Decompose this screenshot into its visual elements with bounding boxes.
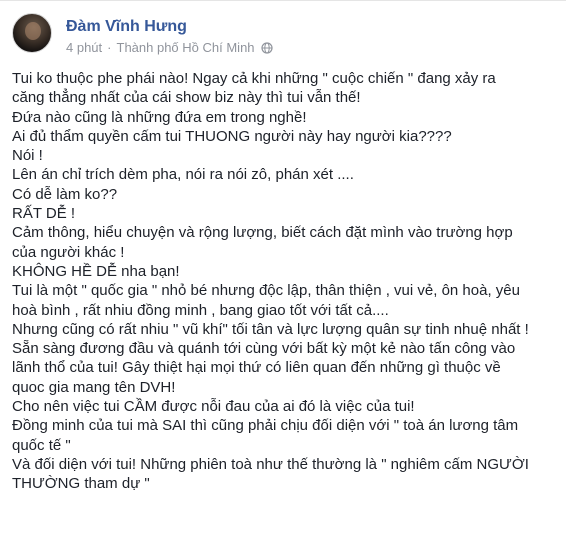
post-content: Tui ko thuộc phe phái nào! Ngay cả khi n… — [12, 69, 564, 494]
post-text-line: Nói ! — [12, 147, 43, 165]
post-text-line: RẤT DỄ ! — [12, 205, 76, 223]
post-text-line: KHÔNG HỀ DỄ nha bạn! — [12, 262, 180, 280]
post-text-line: của người khác ! — [12, 243, 125, 261]
post-text-line: quốc tế " — [12, 436, 71, 454]
post-text-line: Cảm thông, hiểu chuyện và rộng lượng, bi… — [12, 224, 513, 242]
post-text-line: Nhưng cũng có rất nhiu " vũ khí" tối tân… — [12, 320, 529, 338]
post-text-line: Sẵn sàng đương đầu và quánh tới cùng với… — [12, 340, 516, 358]
post-text-line: Ai đủ thẩm quyền cấm tui THUONG người nà… — [12, 127, 452, 145]
post-text-line: Đứa nào cũng là những đứa em trong nghề! — [12, 108, 307, 126]
post-header: Đàm Vĩnh Hưng 4 phút · Thành phố Hồ Chí … — [12, 13, 273, 61]
post-subline: 4 phút · Thành phố Hồ Chí Minh — [66, 40, 273, 56]
post-text-line: lãnh thổ của tui! Gây thiệt hại mọi thứ … — [12, 359, 501, 377]
avatar[interactable] — [12, 13, 52, 53]
facebook-post: Đàm Vĩnh Hưng 4 phút · Thành phố Hồ Chí … — [0, 0, 566, 536]
globe-icon[interactable] — [260, 42, 273, 54]
post-text-line: Cho nên việc tui CẦM được nỗi đau của ai… — [12, 398, 415, 416]
post-text-line: quoc gia mang tên DVH! — [12, 378, 176, 396]
post-text-line: căng thẳng nhất của cái show biz này thì… — [12, 89, 361, 107]
post-text-line: THƯỜNG tham dự " — [12, 475, 150, 493]
post-meta: Đàm Vĩnh Hưng 4 phút · Thành phố Hồ Chí … — [66, 17, 273, 56]
post-time[interactable]: 4 phút — [66, 40, 102, 56]
post-location[interactable]: Thành phố Hồ Chí Minh — [117, 40, 255, 56]
author-name[interactable]: Đàm Vĩnh Hưng — [66, 17, 273, 37]
post-text-line: Có dễ làm ko?? — [12, 185, 118, 203]
post-text-line: Và đối diện với tui! Những phiên toà như… — [12, 455, 529, 473]
post-text-line: Lên án chỉ trích dèm pha, nói ra nói zô,… — [12, 166, 354, 184]
separator-dot: · — [107, 40, 112, 55]
post-text-line: Đồng minh của tui mà SAI thì cũng phải c… — [12, 417, 519, 435]
post-text-line: Tui là một " quốc gia " nhỏ bé nhưng độc… — [12, 282, 520, 300]
post-text-line: hoà bình , rất nhiu đồng minh , bang gia… — [12, 301, 389, 319]
post-text-line: Tui ko thuộc phe phái nào! Ngay cả khi n… — [12, 70, 496, 87]
